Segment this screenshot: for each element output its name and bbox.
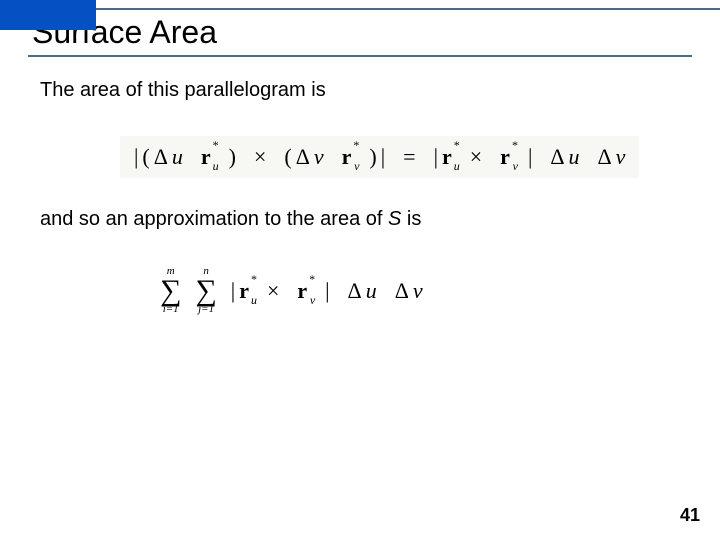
p2-var: S — [388, 208, 401, 230]
equation-1: | ( Δu r*u ) × ( Δv r*v ) | = | — [120, 136, 639, 178]
page-number: 41 — [680, 505, 700, 526]
r-star-u2: r*u — [442, 144, 452, 170]
cross2: × — [470, 144, 482, 170]
lparen2: ( — [284, 144, 291, 170]
equals: = — [403, 144, 415, 170]
abs-close2: | — [528, 144, 532, 170]
r-star-v2: r*v — [500, 144, 510, 170]
abs-close: | — [325, 278, 329, 304]
delta-v: Δ — [395, 278, 409, 304]
abs-open: | — [134, 144, 138, 170]
p2-suffix: is — [401, 208, 421, 230]
delta4: Δ — [598, 144, 612, 170]
cross: × — [267, 278, 279, 304]
abs-open2: | — [434, 144, 438, 170]
cross: × — [254, 144, 266, 170]
abs-open: | — [231, 278, 235, 304]
p2-prefix: and so an approximation to the area of — [40, 208, 388, 230]
var-v2: v — [616, 144, 626, 170]
page-title: Surface Area — [0, 14, 720, 51]
body: The area of this parallelogram is | ( Δu… — [0, 57, 720, 345]
inner-sum: n ∑ j=1 — [195, 266, 216, 315]
paragraph-2: and so an approximation to the area of S… — [40, 208, 680, 231]
equation-2-math: m ∑ i=1 n ∑ j=1 | r*u × r*v — [160, 266, 423, 315]
delta: Δ — [154, 144, 168, 170]
abs-close: | — [381, 144, 385, 170]
delta2: Δ — [296, 144, 310, 170]
r-star-v: r*v — [297, 278, 307, 304]
paragraph-1: The area of this parallelogram is — [40, 79, 680, 102]
r-star-u: r*u — [201, 144, 211, 170]
var-v: v — [314, 144, 324, 170]
var-u: u — [366, 278, 377, 304]
top-divider — [62, 8, 720, 10]
title-underline — [28, 55, 692, 57]
outer-sum-lower: i=1 — [163, 304, 179, 315]
equation-1-math: | ( Δu r*u ) × ( Δv r*v ) | = | — [134, 144, 625, 170]
title-block — [0, 0, 96, 30]
r-star-v: r*v — [342, 144, 352, 170]
slide: Surface Area The area of this parallelog… — [0, 0, 720, 540]
sigma-icon: ∑ — [160, 277, 181, 304]
lparen: ( — [142, 144, 149, 170]
inner-sum-lower: j=1 — [198, 304, 214, 315]
rparen: ) — [229, 144, 236, 170]
rparen2: ) — [369, 144, 376, 170]
outer-sum: m ∑ i=1 — [160, 266, 181, 315]
sigma-icon: ∑ — [195, 277, 216, 304]
r-star-u: r*u — [239, 278, 249, 304]
var-u2: u — [569, 144, 580, 170]
delta3: Δ — [550, 144, 564, 170]
equation-2: m ∑ i=1 n ∑ j=1 | r*u × r*v — [160, 266, 423, 315]
header: Surface Area — [0, 0, 720, 57]
var-u: u — [172, 144, 183, 170]
delta-u: Δ — [348, 278, 362, 304]
var-v: v — [413, 278, 423, 304]
